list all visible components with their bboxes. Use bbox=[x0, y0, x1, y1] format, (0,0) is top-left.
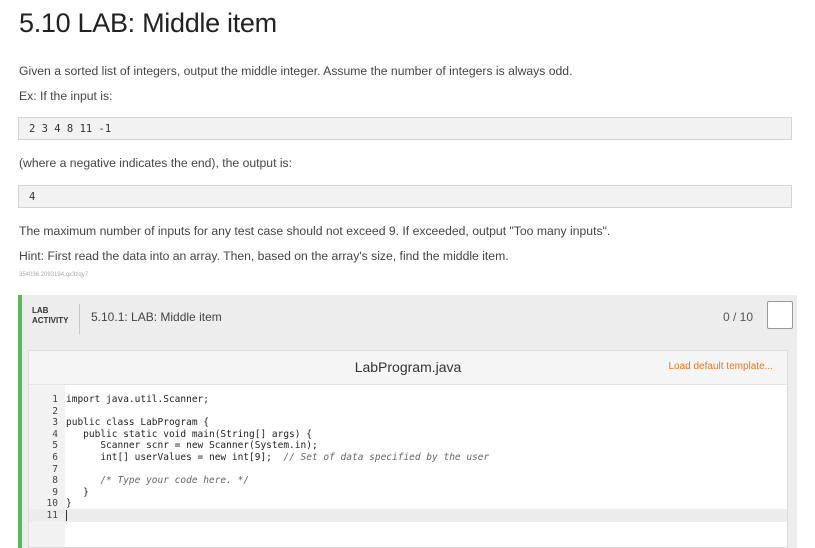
text-cursor bbox=[66, 510, 67, 521]
code-statement: } bbox=[66, 498, 72, 510]
code-comment: /* Type your code here. */ bbox=[100, 475, 250, 487]
lab-activity-label: LAB ACTIVITY bbox=[32, 306, 68, 326]
example-label: Ex: If the input is: bbox=[19, 89, 113, 103]
tracking-id: 354036.2093194.qx3zqy7 bbox=[19, 272, 89, 278]
code-statement: Scanner scnr = new Scanner(System.in); bbox=[66, 440, 318, 452]
code-statement: public class LabProgram { bbox=[66, 417, 209, 429]
max-inputs-note: The maximum number of inputs for any tes… bbox=[19, 224, 611, 238]
code-comment: // Set of data specified by the user bbox=[283, 452, 490, 463]
code-statement bbox=[66, 475, 100, 486]
code-statement: } bbox=[66, 486, 89, 498]
lab-label-line1: LAB bbox=[32, 306, 49, 315]
code-editor[interactable]: LabProgram.java Load default template...… bbox=[28, 350, 788, 548]
example-input-box: 2 3 4 8 11 -1 bbox=[18, 117, 792, 140]
editor-header: LabProgram.java Load default template... bbox=[29, 351, 787, 385]
hint-text: Hint: First read the data into an array.… bbox=[19, 249, 509, 263]
code-statement: import java.util.Scanner; bbox=[66, 394, 209, 405]
load-default-template-link[interactable]: Load default template... bbox=[668, 361, 773, 372]
example-output-box: 4 bbox=[18, 185, 792, 208]
page-title: 5.10 LAB: Middle item bbox=[19, 8, 277, 38]
line-number: 11 bbox=[46, 510, 58, 521]
code-line[interactable]: 11 bbox=[29, 509, 787, 522]
completion-badge-icon bbox=[767, 301, 793, 329]
lab-divider bbox=[79, 304, 80, 334]
code-statement: int[] userValues = new int[9]; bbox=[66, 452, 284, 463]
intro-text: Given a sorted list of integers, output … bbox=[19, 64, 573, 78]
code-statement: public static void main(String[] args) { bbox=[66, 428, 312, 440]
lab-score: 0 / 10 bbox=[723, 310, 754, 324]
lab-label-line2: ACTIVITY bbox=[32, 316, 69, 325]
lab-name: 5.10.1: LAB: Middle item bbox=[91, 310, 222, 324]
code-text[interactable] bbox=[66, 509, 67, 522]
output-label: (where a negative indicates the end), th… bbox=[19, 156, 293, 170]
